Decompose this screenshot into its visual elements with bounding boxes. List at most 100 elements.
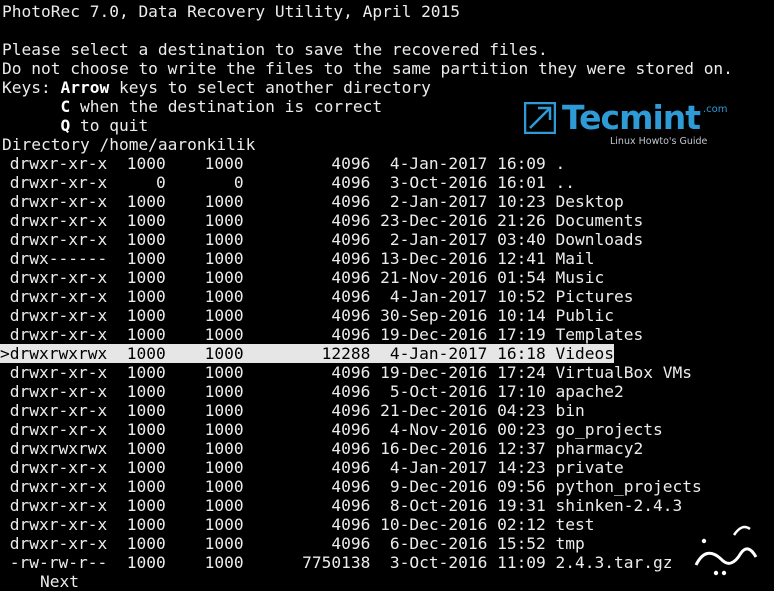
directory-entry[interactable]: drwxr-xr-x 1000 1000 4096 23-Dec-2016 21… [0,211,774,230]
entry-uid: 1000 [107,325,166,344]
entry-name: Mail [545,249,595,268]
entry-perm: drwxr-xr-x [9,325,108,344]
entry-uid: 1000 [107,382,166,401]
entry-time: 16:18 [487,344,546,363]
entry-time: 04:23 [487,401,546,420]
directory-entry[interactable]: drwxr-xr-x 1000 1000 4096 21-Nov-2016 01… [0,268,774,287]
directory-entry[interactable]: drwxr-xr-x 1000 1000 4096 6-Dec-2016 15:… [0,534,774,553]
entry-marker: > [0,344,10,363]
directory-entry[interactable]: drwxr-xr-x 1000 1000 4096 5-Oct-2016 17:… [0,382,774,401]
entry-date: 4-Jan-2017 [370,154,488,173]
entry-name: python_projects [545,477,702,496]
entry-time: 16:09 [487,154,546,173]
entry-name: . [545,154,566,173]
entry-gid: 1000 [165,287,244,306]
instruction-line-2: Do not choose to write the files to the … [2,59,733,78]
directory-entry[interactable]: drwxr-xr-x 1000 1000 4096 21-Dec-2016 04… [0,401,774,420]
directory-entry[interactable]: drwx------ 1000 1000 4096 13-Dec-2016 12… [0,249,774,268]
entry-date: 19-Dec-2016 [370,363,488,382]
logo-tld: .com [703,104,728,115]
entry-date: 10-Dec-2016 [370,515,488,534]
entry-size: 4096 [243,211,371,230]
entry-time: 17:10 [487,382,546,401]
entry-uid: 0 [107,173,166,192]
directory-entry[interactable]: drwxr-xr-x 1000 1000 4096 2-Jan-2017 03:… [0,230,774,249]
entry-marker [0,325,10,344]
directory-entry[interactable]: drwxr-xr-x 1000 1000 4096 4-Nov-2016 00:… [0,420,774,439]
entry-time: 17:24 [487,363,546,382]
entry-date: 21-Dec-2016 [370,401,488,420]
entry-gid: 1000 [165,211,244,230]
entry-size: 4096 [243,173,371,192]
directory-entry[interactable]: drwxr-xr-x 0 0 4096 3-Oct-2016 16:01 .. [0,173,774,192]
entry-time: 21:26 [487,211,546,230]
entry-date: 4-Nov-2016 [370,420,488,439]
entry-time: 12:41 [487,249,546,268]
directory-entry[interactable]: drwxr-xr-x 1000 1000 4096 30-Sep-2016 10… [0,306,774,325]
entry-uid: 1000 [107,306,166,325]
entry-size: 4096 [243,154,371,173]
entry-gid: 1000 [165,439,244,458]
entry-uid: 1000 [107,344,166,363]
directory-entry[interactable]: drwxr-xr-x 1000 1000 4096 2-Jan-2017 10:… [0,192,774,211]
entry-perm: drwxr-xr-x [9,458,108,477]
entry-name: shinken-2.4.3 [545,496,683,515]
entry-size: 4096 [243,249,371,268]
entry-uid: 1000 [107,192,166,211]
entry-size: 7750138 [243,553,371,572]
entry-date: 23-Dec-2016 [370,211,488,230]
entry-uid: 1000 [107,515,166,534]
entry-date: 4-Jan-2017 [370,287,488,306]
entry-uid: 1000 [107,287,166,306]
entry-gid: 1000 [165,382,244,401]
entry-uid: 1000 [107,439,166,458]
entry-name: test [545,515,595,534]
next-button[interactable]: Next [40,572,79,591]
entry-name: go_projects [545,420,663,439]
entry-uid: 1000 [107,230,166,249]
entry-marker [0,382,10,401]
entry-time: 10:14 [487,306,546,325]
entry-size: 4096 [243,496,371,515]
entry-marker [0,534,10,553]
entry-uid: 1000 [107,420,166,439]
entry-uid: 1000 [107,458,166,477]
entry-name: apache2 [545,382,624,401]
entry-time: 14:23 [487,458,546,477]
entry-perm: drwxrwxrwx [9,439,108,458]
entry-marker [0,192,10,211]
entry-uid: 1000 [107,401,166,420]
entry-size: 4096 [243,534,371,553]
directory-entry[interactable]: drwxr-xr-x 1000 1000 4096 4-Jan-2017 14:… [0,458,774,477]
entry-date: 4-Jan-2017 [370,344,488,363]
entry-name: pharmacy2 [545,439,644,458]
directory-entry[interactable]: drwxr-xr-x 1000 1000 4096 10-Dec-2016 02… [0,515,774,534]
entry-perm: drwxr-xr-x [9,534,108,553]
key-c-desc: when the destination is correct [70,97,383,116]
key-c: C [60,97,71,116]
directory-entry[interactable]: drwxr-xr-x 1000 1000 4096 19-Dec-2016 17… [0,363,774,382]
entry-perm: drwxr-xr-x [9,287,108,306]
entry-name: Videos [545,344,615,363]
entry-date: 2-Jan-2017 [370,192,488,211]
entry-time: 19:31 [487,496,546,515]
entry-name: private [545,458,624,477]
entry-date: 8-Oct-2016 [370,496,488,515]
directory-entry[interactable]: drwxr-xr-x 1000 1000 4096 4-Jan-2017 16:… [0,154,774,173]
directory-entry[interactable]: drwxr-xr-x 1000 1000 4096 9-Dec-2016 09:… [0,477,774,496]
directory-entry[interactable]: drwxr-xr-x 1000 1000 4096 4-Jan-2017 10:… [0,287,774,306]
directory-entry[interactable]: drwxrwxrwx 1000 1000 4096 16-Dec-2016 12… [0,439,774,458]
entry-gid: 1000 [165,268,244,287]
keys-help-c: C when the destination is correct [2,97,382,116]
directory-entry[interactable]: drwxr-xr-x 1000 1000 4096 8-Oct-2016 19:… [0,496,774,515]
entry-date: 2-Jan-2017 [370,230,488,249]
directory-entry[interactable]: -rw-rw-r-- 1000 1000 7750138 3-Oct-2016 … [0,553,774,572]
directory-entry-selected[interactable]: >drwxrwxrwx 1000 1000 12288 4-Jan-2017 1… [0,344,774,363]
directory-entry[interactable]: drwxr-xr-x 1000 1000 4096 19-Dec-2016 17… [0,325,774,344]
entry-marker [0,154,10,173]
entry-marker [0,306,10,325]
terminal-window: PhotoRec 7.0, Data Recovery Utility, Apr… [0,0,774,591]
entry-time: 02:12 [487,515,546,534]
entry-marker [0,173,10,192]
entry-perm: drwxr-xr-x [9,306,108,325]
